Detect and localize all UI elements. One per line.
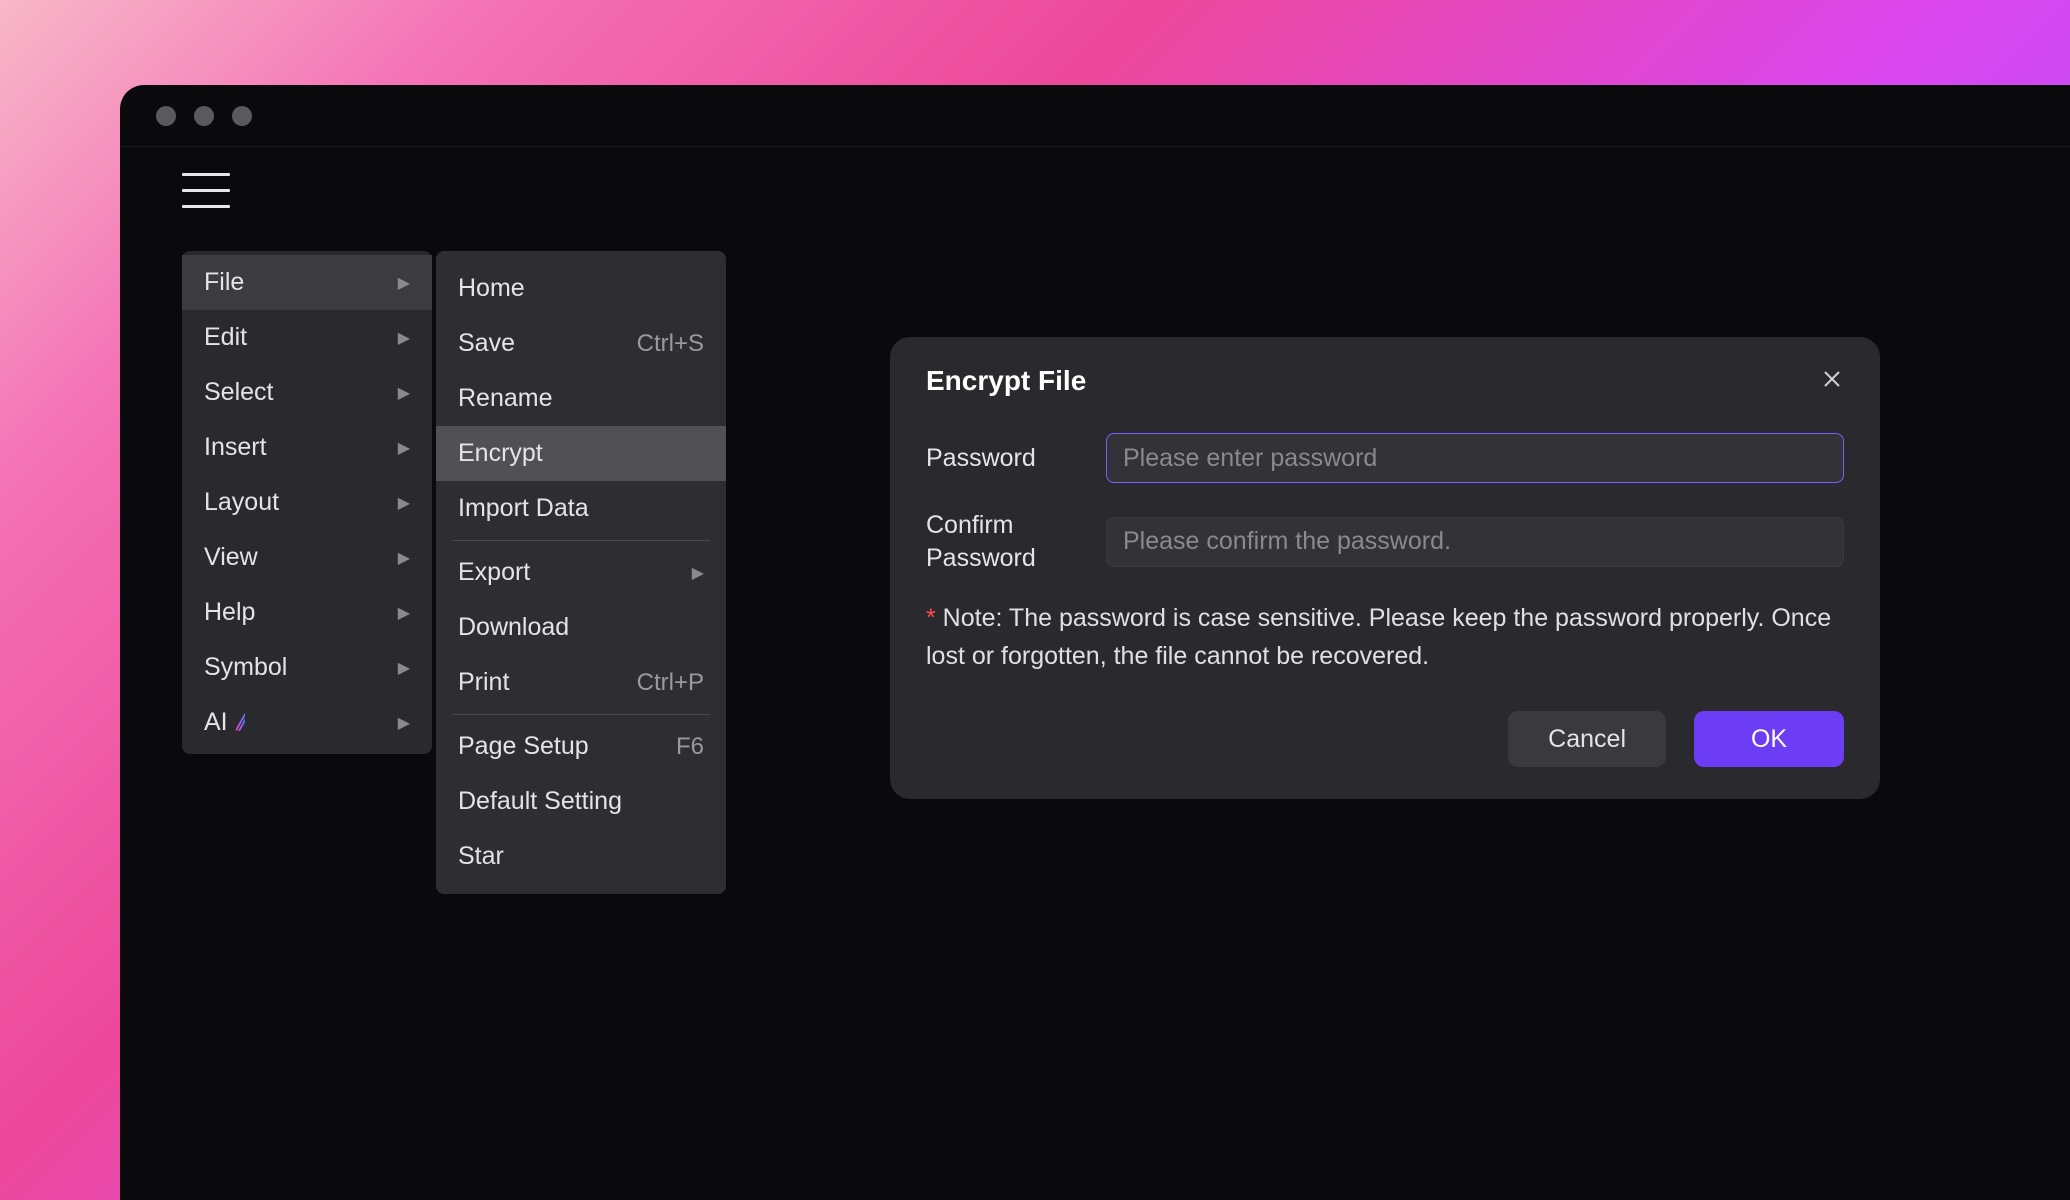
menu-item-edit[interactable]: Edit ▶ — [182, 310, 432, 365]
submenu-item-default-setting[interactable]: Default Setting — [436, 774, 726, 829]
chevron-right-icon: ▶ — [692, 563, 704, 583]
shortcut-label: Ctrl+S — [637, 330, 704, 358]
submenu-item-encrypt[interactable]: Encrypt — [436, 426, 726, 481]
chevron-right-icon: ▶ — [398, 713, 410, 733]
shortcut-label: F6 — [676, 733, 704, 761]
menu-item-label: Edit — [204, 323, 247, 352]
password-input[interactable] — [1106, 433, 1844, 483]
password-label: Password — [926, 442, 1106, 475]
chevron-right-icon: ▶ — [398, 548, 410, 568]
menu-item-label: Page Setup — [458, 732, 589, 761]
chevron-right-icon: ▶ — [398, 658, 410, 678]
submenu-item-export[interactable]: Export ▶ — [436, 545, 726, 600]
chevron-right-icon: ▶ — [398, 383, 410, 403]
menu-divider — [452, 714, 710, 715]
submenu-item-star[interactable]: Star — [436, 829, 726, 884]
cancel-button[interactable]: Cancel — [1508, 711, 1666, 767]
menu-item-label: Layout — [204, 488, 279, 517]
menu-divider — [452, 540, 710, 541]
menu-item-label: Symbol — [204, 653, 287, 682]
menu-item-label: Help — [204, 598, 255, 627]
menu-file-submenu: Home Save Ctrl+S Rename Encrypt Import Data Ex… — [436, 251, 726, 894]
menu-item-label: Export — [458, 558, 530, 587]
menu-item-help[interactable]: Help ▶ — [182, 585, 432, 640]
chevron-right-icon: ▶ — [398, 328, 410, 348]
shortcut-label: Ctrl+P — [637, 669, 704, 697]
confirm-password-input[interactable] — [1106, 517, 1844, 567]
submenu-item-page-setup[interactable]: Page Setup F6 — [436, 719, 726, 774]
submenu-item-print[interactable]: Print Ctrl+P — [436, 655, 726, 710]
submenu-item-rename[interactable]: Rename — [436, 371, 726, 426]
traffic-light-minimize[interactable] — [194, 106, 214, 126]
dialog-title: Encrypt File — [926, 365, 1086, 397]
ai-icon: ⫽ — [236, 710, 246, 736]
menu-item-file[interactable]: File ▶ — [182, 255, 432, 310]
encrypt-file-dialog: Encrypt File Password Confirm Password *… — [890, 337, 1880, 799]
chevron-right-icon: ▶ — [398, 603, 410, 623]
menu-item-label: Save — [458, 329, 515, 358]
confirm-password-label: Confirm Password — [926, 509, 1106, 574]
note-text: * Note: The password is case sensitive. … — [926, 600, 1844, 675]
titlebar — [120, 85, 2070, 147]
menu-primary: File▶Edit▶Select▶Insert▶Layout▶View▶Help… — [182, 251, 432, 754]
menu-item-insert[interactable]: Insert ▶ — [182, 420, 432, 475]
menu-item-label: Encrypt — [458, 439, 543, 468]
menu-item-select[interactable]: Select ▶ — [182, 365, 432, 420]
menu-item-view[interactable]: View ▶ — [182, 530, 432, 585]
menu-item-label: Select — [204, 378, 273, 407]
menu-item-label: Star — [458, 842, 504, 871]
menu-item-symbol[interactable]: Symbol ▶ — [182, 640, 432, 695]
menu-item-layout[interactable]: Layout ▶ — [182, 475, 432, 530]
traffic-light-maximize[interactable] — [232, 106, 252, 126]
submenu-item-download[interactable]: Download — [436, 600, 726, 655]
menu-item-label: AI⫽ — [204, 708, 245, 737]
close-icon[interactable] — [1820, 367, 1844, 396]
menu-item-label: Print — [458, 668, 509, 697]
traffic-light-close[interactable] — [156, 106, 176, 126]
submenu-item-save[interactable]: Save Ctrl+S — [436, 316, 726, 371]
menu-item-label: Insert — [204, 433, 267, 462]
menu-item-ai[interactable]: AI⫽ ▶ — [182, 695, 432, 750]
chevron-right-icon: ▶ — [398, 438, 410, 458]
app-window: File▶Edit▶Select▶Insert▶Layout▶View▶Help… — [120, 85, 2070, 1200]
menu-item-label: View — [204, 543, 258, 572]
menu-item-label: Default Setting — [458, 787, 622, 816]
chevron-right-icon: ▶ — [398, 493, 410, 513]
hamburger-menu-icon[interactable] — [182, 173, 230, 208]
content-area: File▶Edit▶Select▶Insert▶Layout▶View▶Help… — [120, 147, 2070, 234]
menu-item-label: Rename — [458, 384, 553, 413]
menu-item-label: Home — [458, 274, 525, 303]
menu-item-label: File — [204, 268, 244, 297]
note-asterisk: * — [926, 604, 936, 632]
menu-item-label: Import Data — [458, 494, 589, 523]
ok-button[interactable]: OK — [1694, 711, 1844, 767]
submenu-item-import-data[interactable]: Import Data — [436, 481, 726, 536]
menu-item-label: Download — [458, 613, 569, 642]
submenu-item-home[interactable]: Home — [436, 261, 726, 316]
chevron-right-icon: ▶ — [398, 273, 410, 293]
